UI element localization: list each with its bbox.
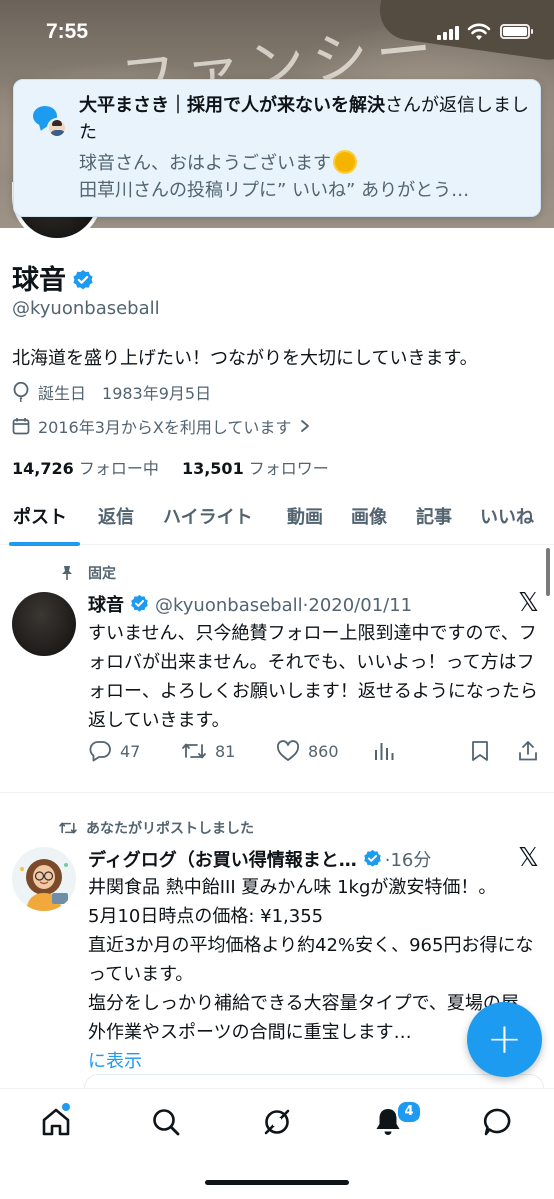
profile-tabs: ポスト 返信 ハイライト 動画 画像 記事 いいね <box>0 495 554 546</box>
post-text-line: 直近3か月の平均価格より約42%安く、965円お得になっています。 <box>88 935 534 985</box>
tab-videos[interactable]: 動画 <box>287 503 323 529</box>
heart-icon <box>276 740 300 761</box>
profile-name-text: 球音 <box>12 265 66 296</box>
follow-stats: 14,726 フォロー中 13,501 フォロワー <box>12 455 329 479</box>
active-tab-indicator <box>9 542 80 546</box>
post-text-line: 5月10日時点の価格: ¥1,355 <box>88 906 324 927</box>
profile-handle: @kyuonbaseball <box>12 298 160 319</box>
post-author-handle: @kyuonbaseball <box>155 595 303 616</box>
following-link[interactable]: 14,726 フォロー中 <box>12 459 159 478</box>
post-time-2: 16分 <box>390 850 432 871</box>
repost-context: あなたがリポストしました <box>58 818 254 838</box>
profile-bio: 北海道を盛り上げたい！つながりを大切にしていきます。 <box>12 348 478 369</box>
birthday-date: 1983年9月5日 <box>102 384 212 403</box>
post-text-line: 井関食品 熱中飴III 夏みかん味 1kgが激安特価！。 <box>88 877 497 898</box>
home-unread-dot <box>62 1103 70 1111</box>
like-action[interactable]: 860 <box>276 740 339 762</box>
notification-line-2: 田草川さんの投稿リプに” いいね” ありがとう… <box>79 180 470 201</box>
tab-posts[interactable]: ポスト <box>13 503 67 529</box>
notification-body: 球音さん、おはようございます 田草川さんの投稿リプに” いいね” ありがとう… <box>79 150 534 204</box>
status-bar: 7:55 <box>0 0 554 66</box>
reply-icon <box>89 741 111 762</box>
reply-notification[interactable]: 大平まさき｜採用で人が来ないを解決さんが返信しました 球音さん、おはようございま… <box>13 79 541 217</box>
profile-name: 球音 <box>12 258 94 297</box>
following-label: フォロー中 <box>78 459 159 478</box>
post-author-name[interactable]: 球音 <box>88 595 124 616</box>
tab-likes[interactable]: いいね <box>480 503 534 529</box>
show-more-link[interactable]: に表示 <box>88 1047 534 1076</box>
x-logo-icon[interactable]: 𝕏 <box>518 588 539 618</box>
x-logo-icon[interactable]: 𝕏 <box>518 843 539 873</box>
compose-post-button[interactable]: + <box>467 1002 542 1077</box>
pin-icon <box>62 566 72 580</box>
like-count: 860 <box>308 741 339 761</box>
pinned-text: 固定 <box>88 566 116 582</box>
profile-birthday: 誕生日 1983年9月5日 <box>12 380 211 404</box>
pinned-label: 固定 <box>60 563 116 583</box>
post-header: 球音 @kyuonbaseball·2020/01/11 <box>88 594 413 616</box>
repost-icon <box>182 743 206 759</box>
post-avatar[interactable] <box>12 592 76 656</box>
tab-articles[interactable]: 記事 <box>416 503 452 529</box>
reply-action[interactable]: 47 <box>88 740 140 762</box>
post-text: すいません、只今絶賛フォロー上限到達中ですので、フォロバが出来ません。それでも、… <box>88 623 538 731</box>
messages-icon[interactable] <box>481 1105 515 1139</box>
cellular-signal-icon <box>437 26 459 40</box>
grok-icon[interactable] <box>260 1105 294 1139</box>
home-indicator <box>205 1180 349 1185</box>
notification-count-badge: 4 <box>396 1100 422 1124</box>
battery-icon <box>500 24 533 39</box>
post-date: 2020/01/11 <box>308 595 413 616</box>
repost-context-text: あなたがリポストしました <box>86 821 254 837</box>
share-icon[interactable] <box>517 740 539 762</box>
followers-count: 13,501 <box>181 459 244 478</box>
post-author-name-2[interactable]: ディグログ（お買い得情報まと… <box>88 850 357 871</box>
post-avatar-diglog[interactable] <box>12 847 76 911</box>
search-icon[interactable] <box>149 1105 183 1139</box>
balloon-icon <box>13 382 29 402</box>
birthday-label: 誕生日 <box>38 384 87 403</box>
verified-badge-icon <box>131 594 148 612</box>
verified-badge-icon[interactable] <box>72 269 94 291</box>
chevron-right-icon <box>301 420 310 432</box>
verified-badge-icon <box>363 849 381 867</box>
following-count: 14,726 <box>12 459 74 478</box>
status-time: 7:55 <box>46 20 89 43</box>
cartoon-woman-avatar <box>20 859 68 911</box>
calendar-icon <box>12 418 30 435</box>
post-divider <box>0 792 554 793</box>
bookmark-icon[interactable] <box>470 740 490 762</box>
notification-user-name: 大平まさき｜採用で人が来ないを解決 <box>79 95 385 116</box>
repost-small-icon <box>59 822 77 834</box>
notification-title: 大平まさき｜採用で人が来ないを解決さんが返信しました <box>79 92 534 146</box>
joined-text: 2016年3月からXを利用しています <box>38 418 292 437</box>
analytics-icon[interactable] <box>373 740 395 762</box>
profile-joined[interactable]: 2016年3月からXを利用しています <box>12 414 311 438</box>
repost-count: 81 <box>215 741 236 761</box>
followers-link[interactable]: 13,501 フォロワー <box>182 459 329 478</box>
tab-highlights[interactable]: ハイライト <box>163 503 253 529</box>
tab-replies[interactable]: 返信 <box>98 503 134 529</box>
post-header-2: ディグログ（お買い得情報まと… ·16分 <box>88 849 432 871</box>
reply-count: 47 <box>120 741 141 761</box>
notification-avatar <box>47 118 67 138</box>
tab-images[interactable]: 画像 <box>351 503 387 529</box>
followers-label: フォロワー <box>248 459 329 478</box>
notification-line-1: 球音さん、おはようございます <box>79 153 331 174</box>
scrollbar[interactable] <box>546 548 550 596</box>
wifi-icon <box>467 23 491 40</box>
sun-emoji-icon <box>335 152 355 172</box>
repost-action[interactable]: 81 <box>181 740 235 762</box>
